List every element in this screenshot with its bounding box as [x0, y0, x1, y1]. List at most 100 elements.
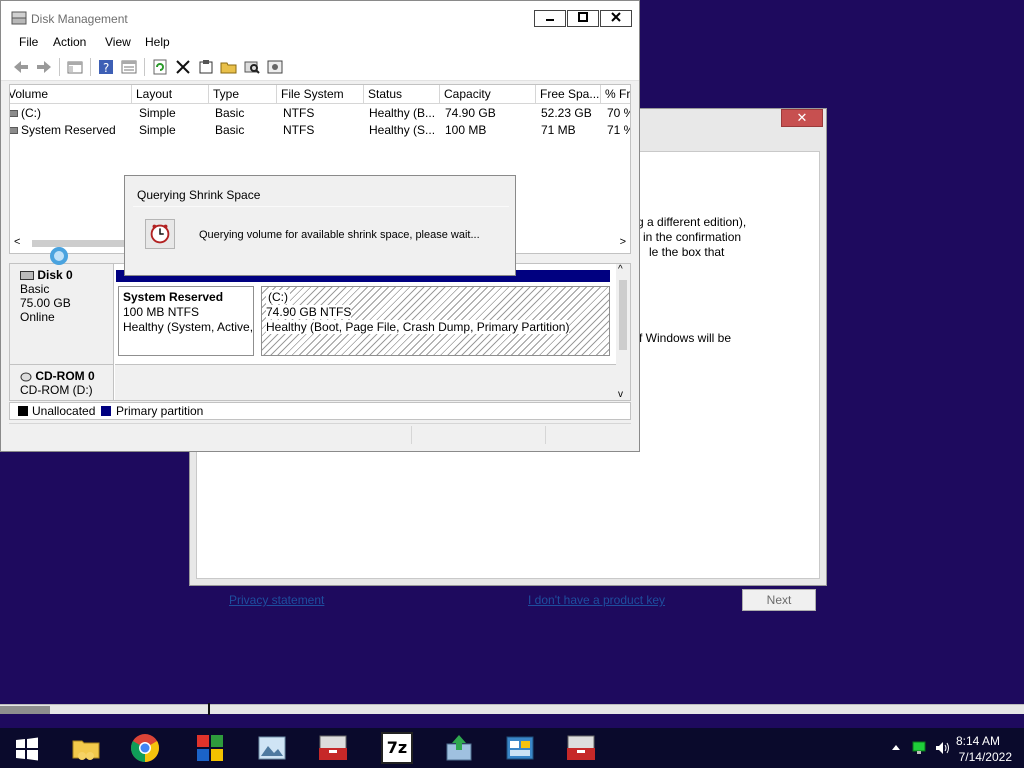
no-product-key-link[interactable]: I don't have a product key: [528, 593, 665, 607]
cell-layout: Simple: [139, 123, 176, 137]
toolbox-icon[interactable]: [565, 732, 597, 764]
image-viewer-icon[interactable]: [256, 732, 288, 764]
setup-text-line: g a different edition),: [637, 215, 747, 229]
title-bar[interactable]: Disk Management: [1, 1, 639, 33]
table-row[interactable]: (C:) Simple Basic NTFS Healthy (B... 74.…: [10, 105, 630, 122]
setup-close-button[interactable]: ✕: [781, 109, 823, 127]
menu-view[interactable]: View: [105, 35, 131, 49]
clock-time[interactable]: 8:14 AM: [956, 734, 1000, 748]
forward-arrow-icon[interactable]: [35, 58, 53, 76]
volume-name: System Reserved: [21, 123, 116, 137]
scroll-up-icon[interactable]: ^: [618, 264, 623, 275]
hard-disk-icon: [20, 271, 34, 281]
volume-icon: [10, 127, 18, 135]
minimize-icon: [546, 19, 554, 21]
column-percent-free[interactable]: % Fr: [601, 85, 630, 104]
legend-swatch-primary: [101, 406, 111, 416]
horizontal-scrollbar-thumb[interactable]: [32, 240, 132, 247]
busy-cursor-icon: [50, 247, 68, 265]
legend: Unallocated Primary partition: [9, 402, 631, 420]
status-bar: [9, 423, 631, 445]
toolbar: ?: [1, 53, 639, 81]
cdrom-0-label[interactable]: CD-ROM 0 CD-ROM (D:): [10, 364, 114, 400]
partition-c[interactable]: (C:) 74.90 GB NTFS Healthy (Boot, Page F…: [261, 286, 610, 356]
table-row[interactable]: System Reserved Simple Basic NTFS Health…: [10, 122, 630, 139]
partition-size: 74.90 GB NTFS: [266, 305, 352, 319]
maximize-button[interactable]: [567, 10, 599, 27]
help-icon[interactable]: ?: [97, 58, 115, 76]
properties-icon[interactable]: [197, 58, 215, 76]
legend-label-primary: Primary partition: [116, 404, 204, 418]
open-folder-icon[interactable]: [220, 58, 238, 76]
scroll-down-icon[interactable]: v: [618, 389, 623, 400]
disk-management-icon: [11, 11, 27, 25]
next-button[interactable]: Next: [742, 589, 816, 611]
cell-file-system: NTFS: [283, 123, 315, 137]
clock-date[interactable]: 7/14/2022: [959, 750, 1012, 764]
vertical-scrollbar-thumb[interactable]: [619, 280, 627, 350]
toolbar-separator: [90, 58, 91, 76]
querying-shrink-space-dialog: Querying Shrink Space Querying volume fo…: [124, 175, 516, 276]
setup-text-line: le the box that: [649, 245, 725, 259]
vertical-scrollbar[interactable]: ^ v: [616, 264, 630, 400]
partition-status: Healthy (Boot, Page File, Crash Dump, Pr…: [266, 320, 570, 334]
volume-icon: [10, 110, 18, 118]
back-arrow-icon[interactable]: [12, 58, 30, 76]
disk-graphical-view: Disk 0 Basic 75.00 GB Online System Rese…: [9, 263, 631, 401]
disk-0-label[interactable]: Disk 0 Basic 75.00 GB Online: [10, 264, 114, 364]
cell-free-space: 71 MB: [541, 123, 576, 137]
window-title: Disk Management: [31, 12, 128, 26]
volume-icon[interactable]: [934, 740, 950, 756]
7-zip-icon[interactable]: 7z: [381, 732, 413, 764]
explore-icon[interactable]: [243, 58, 261, 76]
status-separator: [411, 426, 412, 444]
cell-type: Basic: [215, 123, 245, 137]
close-button[interactable]: [600, 10, 632, 27]
taskbar: 7z 8:14 AM 7/14/2022: [0, 728, 1024, 768]
toolbar-separator: [59, 58, 60, 76]
column-free-space[interactable]: Free Spa...: [536, 85, 601, 104]
refresh-icon[interactable]: [151, 58, 169, 76]
menu-file[interactable]: File: [19, 35, 38, 49]
disk-size: 75.00 GB: [20, 296, 71, 310]
cell-type: Basic: [215, 106, 245, 120]
maximize-icon: [578, 12, 588, 22]
status-separator: [545, 426, 546, 444]
column-layout[interactable]: Layout: [132, 85, 209, 104]
properties-view-icon[interactable]: [120, 58, 138, 76]
cd-rom-icon: [20, 372, 32, 382]
show-hide-console-icon[interactable]: [66, 58, 84, 76]
partition-status: Healthy (System, Active,: [123, 320, 254, 334]
tray-chevron-up-icon[interactable]: [892, 744, 900, 752]
cell-percent-free: 70 %: [607, 106, 630, 120]
scroll-left-icon[interactable]: <: [14, 236, 20, 248]
control-panel-icon[interactable]: [504, 732, 536, 764]
file-explorer-icon[interactable]: [70, 732, 102, 764]
google-chrome-icon[interactable]: [129, 732, 161, 764]
partition-size: 100 MB NTFS: [123, 305, 200, 319]
privacy-statement-link[interactable]: Privacy statement: [229, 593, 324, 607]
menu-action[interactable]: Action: [53, 35, 86, 49]
background-strip-marker: [208, 703, 210, 715]
cell-layout: Simple: [139, 106, 176, 120]
network-icon[interactable]: [912, 741, 926, 755]
toolbox-icon[interactable]: [317, 732, 349, 764]
volume-list-header: Volume Layout Type File System Status Ca…: [10, 85, 630, 104]
legend-swatch-unallocated: [18, 406, 28, 416]
menu-help[interactable]: Help: [145, 35, 170, 49]
windows-start-icon[interactable]: [14, 736, 40, 762]
column-status[interactable]: Status: [364, 85, 440, 104]
column-file-system[interactable]: File System: [277, 85, 364, 104]
cell-status: Healthy (S...: [369, 123, 436, 137]
partition-system-reserved[interactable]: System Reserved 100 MB NTFS Healthy (Sys…: [118, 286, 254, 356]
minimize-button[interactable]: [534, 10, 566, 27]
delete-icon[interactable]: [174, 58, 192, 76]
system-tray: 8:14 AM 7/14/2022: [864, 728, 1024, 768]
column-type[interactable]: Type: [209, 85, 277, 104]
column-volume[interactable]: Volume: [10, 85, 132, 104]
disk-settings-icon[interactable]: [266, 58, 284, 76]
scroll-right-icon[interactable]: >: [620, 236, 626, 248]
installer-icon[interactable]: [443, 732, 475, 764]
column-capacity[interactable]: Capacity: [440, 85, 536, 104]
windows-media-icon[interactable]: [194, 732, 226, 764]
